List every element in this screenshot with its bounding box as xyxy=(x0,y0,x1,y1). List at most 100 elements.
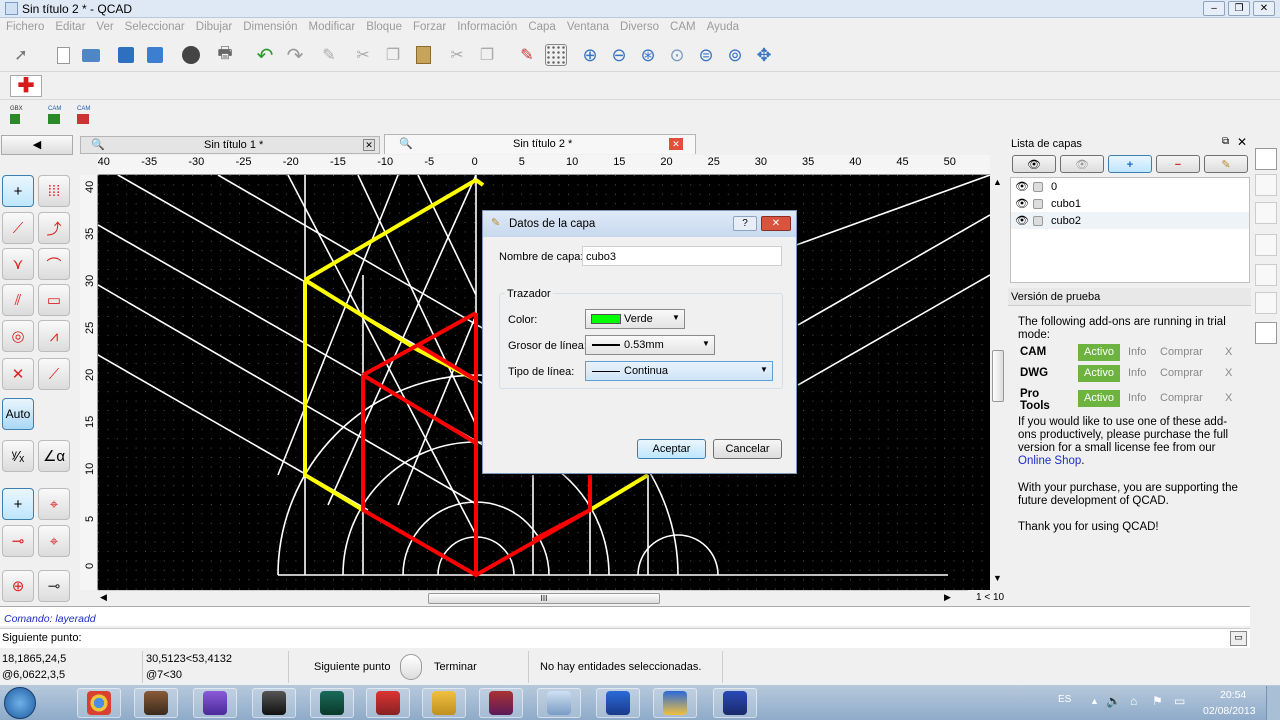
menu-item[interactable]: Dimensión xyxy=(237,18,302,33)
snap-center-button[interactable]: ⌖ xyxy=(38,488,70,520)
menu-item[interactable]: Ver xyxy=(90,18,118,33)
zoom-auto-icon[interactable]: ⊛ xyxy=(637,44,659,66)
float-icon[interactable]: ⧉ xyxy=(1222,136,1229,147)
gamepad-taskbar-icon[interactable] xyxy=(193,688,237,718)
cam-export-icon[interactable]: CAM xyxy=(77,106,101,128)
vertical-scroll-thumb[interactable] xyxy=(992,350,1004,402)
show-desktop-button[interactable] xyxy=(1266,686,1280,720)
menu-item[interactable]: Información xyxy=(451,18,522,33)
addon-dismiss-button[interactable]: X xyxy=(1225,367,1232,379)
tab-document-1[interactable]: 🔍 Sin título 1 * ✕ xyxy=(80,136,380,154)
addon-info-link[interactable]: Info xyxy=(1128,346,1146,358)
perpendicular-button[interactable]: ✕ xyxy=(2,358,34,390)
scroll-down-arrow[interactable]: ▼ xyxy=(993,573,1002,583)
command-input-row[interactable]: Siguiente punto: ▭ xyxy=(0,628,1250,648)
menu-item[interactable]: Ventana xyxy=(561,18,614,33)
edit-layer-button[interactable]: ✎ xyxy=(1204,155,1248,173)
clock-date[interactable]: 02/08/2013 xyxy=(1203,705,1256,717)
menu-item[interactable]: Ayuda xyxy=(701,18,744,33)
menu-item[interactable]: Fichero xyxy=(0,18,49,33)
rectangle-button[interactable]: ▭ xyxy=(38,284,70,316)
layer-row[interactable]: 👁 cubo1 xyxy=(1011,195,1249,212)
tnpis-taskbar-icon[interactable] xyxy=(252,688,296,718)
close-window-button[interactable]: ✕ xyxy=(1253,1,1275,16)
horizontal-scrollbar[interactable]: ◀ III ▶ xyxy=(98,590,968,605)
color-combo[interactable]: Verde ▼ xyxy=(585,309,685,329)
pan-icon[interactable]: ✥ xyxy=(753,44,775,66)
bisector-button[interactable]: ⋎ xyxy=(2,248,34,280)
network-icon[interactable]: ⌂ xyxy=(1130,694,1137,708)
zoom-previous-icon[interactable]: ⊜ xyxy=(695,44,717,66)
angle-snap-button[interactable]: ∠α xyxy=(38,440,70,472)
add-layer-button[interactable]: ✚ xyxy=(10,75,42,97)
layer-row[interactable]: 👁 0 xyxy=(1011,178,1249,195)
layer-name-input[interactable]: cubo3 xyxy=(582,246,782,266)
cut-icon[interactable]: ✂ xyxy=(352,44,374,66)
tab-document-2[interactable]: 🔍 Sin título 2 * ✕ xyxy=(384,134,696,154)
addon-info-link[interactable]: Info xyxy=(1128,392,1146,404)
add-layer-panel-button[interactable]: + xyxy=(1108,155,1152,173)
minimize-button[interactable]: – xyxy=(1203,1,1225,16)
cut-reference-icon[interactable]: ✂ xyxy=(446,44,468,66)
audition-taskbar-icon[interactable] xyxy=(310,688,354,718)
scroll-left-arrow[interactable]: ◀ xyxy=(100,592,107,603)
addon-buy-link[interactable]: Comprar xyxy=(1160,392,1203,404)
menu-item[interactable]: Forzar xyxy=(407,18,451,33)
dock-icon[interactable] xyxy=(1255,202,1277,224)
linetype-combo[interactable]: Continua ▼ xyxy=(585,361,773,381)
remove-layer-button[interactable]: − xyxy=(1156,155,1200,173)
clock-time[interactable]: 20:54 xyxy=(1220,689,1246,701)
volume-icon[interactable]: 🔊 xyxy=(1106,694,1121,708)
show-all-layers-button[interactable]: 👁 xyxy=(1012,155,1056,173)
back-button[interactable]: ◀ xyxy=(1,135,73,155)
security-taskbar-icon[interactable] xyxy=(653,688,697,718)
dock-icon[interactable] xyxy=(1255,264,1277,286)
tray-expand-icon[interactable]: ▲ xyxy=(1090,696,1099,706)
addon-dismiss-button[interactable]: X xyxy=(1225,392,1232,404)
help-button[interactable]: ? xyxy=(733,216,757,231)
explorer-taskbar-icon[interactable] xyxy=(422,688,466,718)
tab-close-icon[interactable]: ✕ xyxy=(363,139,375,151)
save-as-icon[interactable] xyxy=(144,44,166,66)
snap-select-button[interactable]: ⊕ xyxy=(2,570,34,602)
eye-icon[interactable]: 👁 xyxy=(1015,214,1029,227)
offset-button[interactable]: ⩘ xyxy=(38,320,70,352)
menu-item[interactable]: Dibujar xyxy=(190,18,237,33)
online-shop-link[interactable]: Online Shop xyxy=(1018,455,1081,467)
menu-item[interactable]: Capa xyxy=(522,18,561,33)
winrar-taskbar-icon[interactable] xyxy=(479,688,523,718)
print-icon[interactable]: 🖶 xyxy=(214,44,236,66)
snap-key-button[interactable]: ⊸ xyxy=(38,570,70,602)
hide-all-layers-button[interactable]: 👁 xyxy=(1060,155,1104,173)
paste-icon[interactable] xyxy=(412,44,434,66)
dialog-close-button[interactable]: ✕ xyxy=(761,216,791,231)
tangent-button[interactable]: ⌒ xyxy=(38,248,70,280)
menu-item[interactable]: Bloque xyxy=(360,18,407,33)
addon-buy-link[interactable]: Comprar xyxy=(1160,346,1203,358)
horizontal-scroll-thumb[interactable]: III xyxy=(428,593,660,604)
maximize-button[interactable]: ❐ xyxy=(1228,1,1250,16)
tab-close-icon[interactable]: ✕ xyxy=(669,138,683,150)
wei-taskbar-icon[interactable] xyxy=(366,688,410,718)
point-grid-button[interactable]: ⁞⁞⁞ xyxy=(38,175,70,207)
add-point-button[interactable]: + xyxy=(2,175,34,207)
polyline-tool-button[interactable]: ⤴ xyxy=(38,212,70,244)
zoom-out-icon[interactable]: ⊖ xyxy=(608,44,630,66)
gbx-icon[interactable]: GBX xyxy=(10,106,34,128)
crosshair-button[interactable]: + xyxy=(2,488,34,520)
eye-icon[interactable]: 👁 xyxy=(1015,197,1029,210)
media-taskbar-icon[interactable] xyxy=(713,688,757,718)
svg-export-icon[interactable] xyxy=(180,44,202,66)
display-icon[interactable]: ▭ xyxy=(1174,694,1185,708)
line-tool-button[interactable]: ⟋ xyxy=(2,212,34,244)
panel-close-icon[interactable]: ✕ xyxy=(1237,135,1247,149)
lock-icon[interactable] xyxy=(1033,181,1043,192)
snap-point-button[interactable]: ⟋ xyxy=(38,358,70,390)
lock-icon[interactable] xyxy=(1033,215,1043,226)
accept-button[interactable]: Aceptar xyxy=(637,439,706,459)
cam-import-icon[interactable]: CAM xyxy=(48,106,72,128)
qcad-taskbar-icon[interactable] xyxy=(537,688,581,718)
select-pointer-icon[interactable]: ➚ xyxy=(10,44,32,66)
lock-icon[interactable] xyxy=(1033,198,1043,209)
capture-taskbar-icon[interactable] xyxy=(596,688,640,718)
